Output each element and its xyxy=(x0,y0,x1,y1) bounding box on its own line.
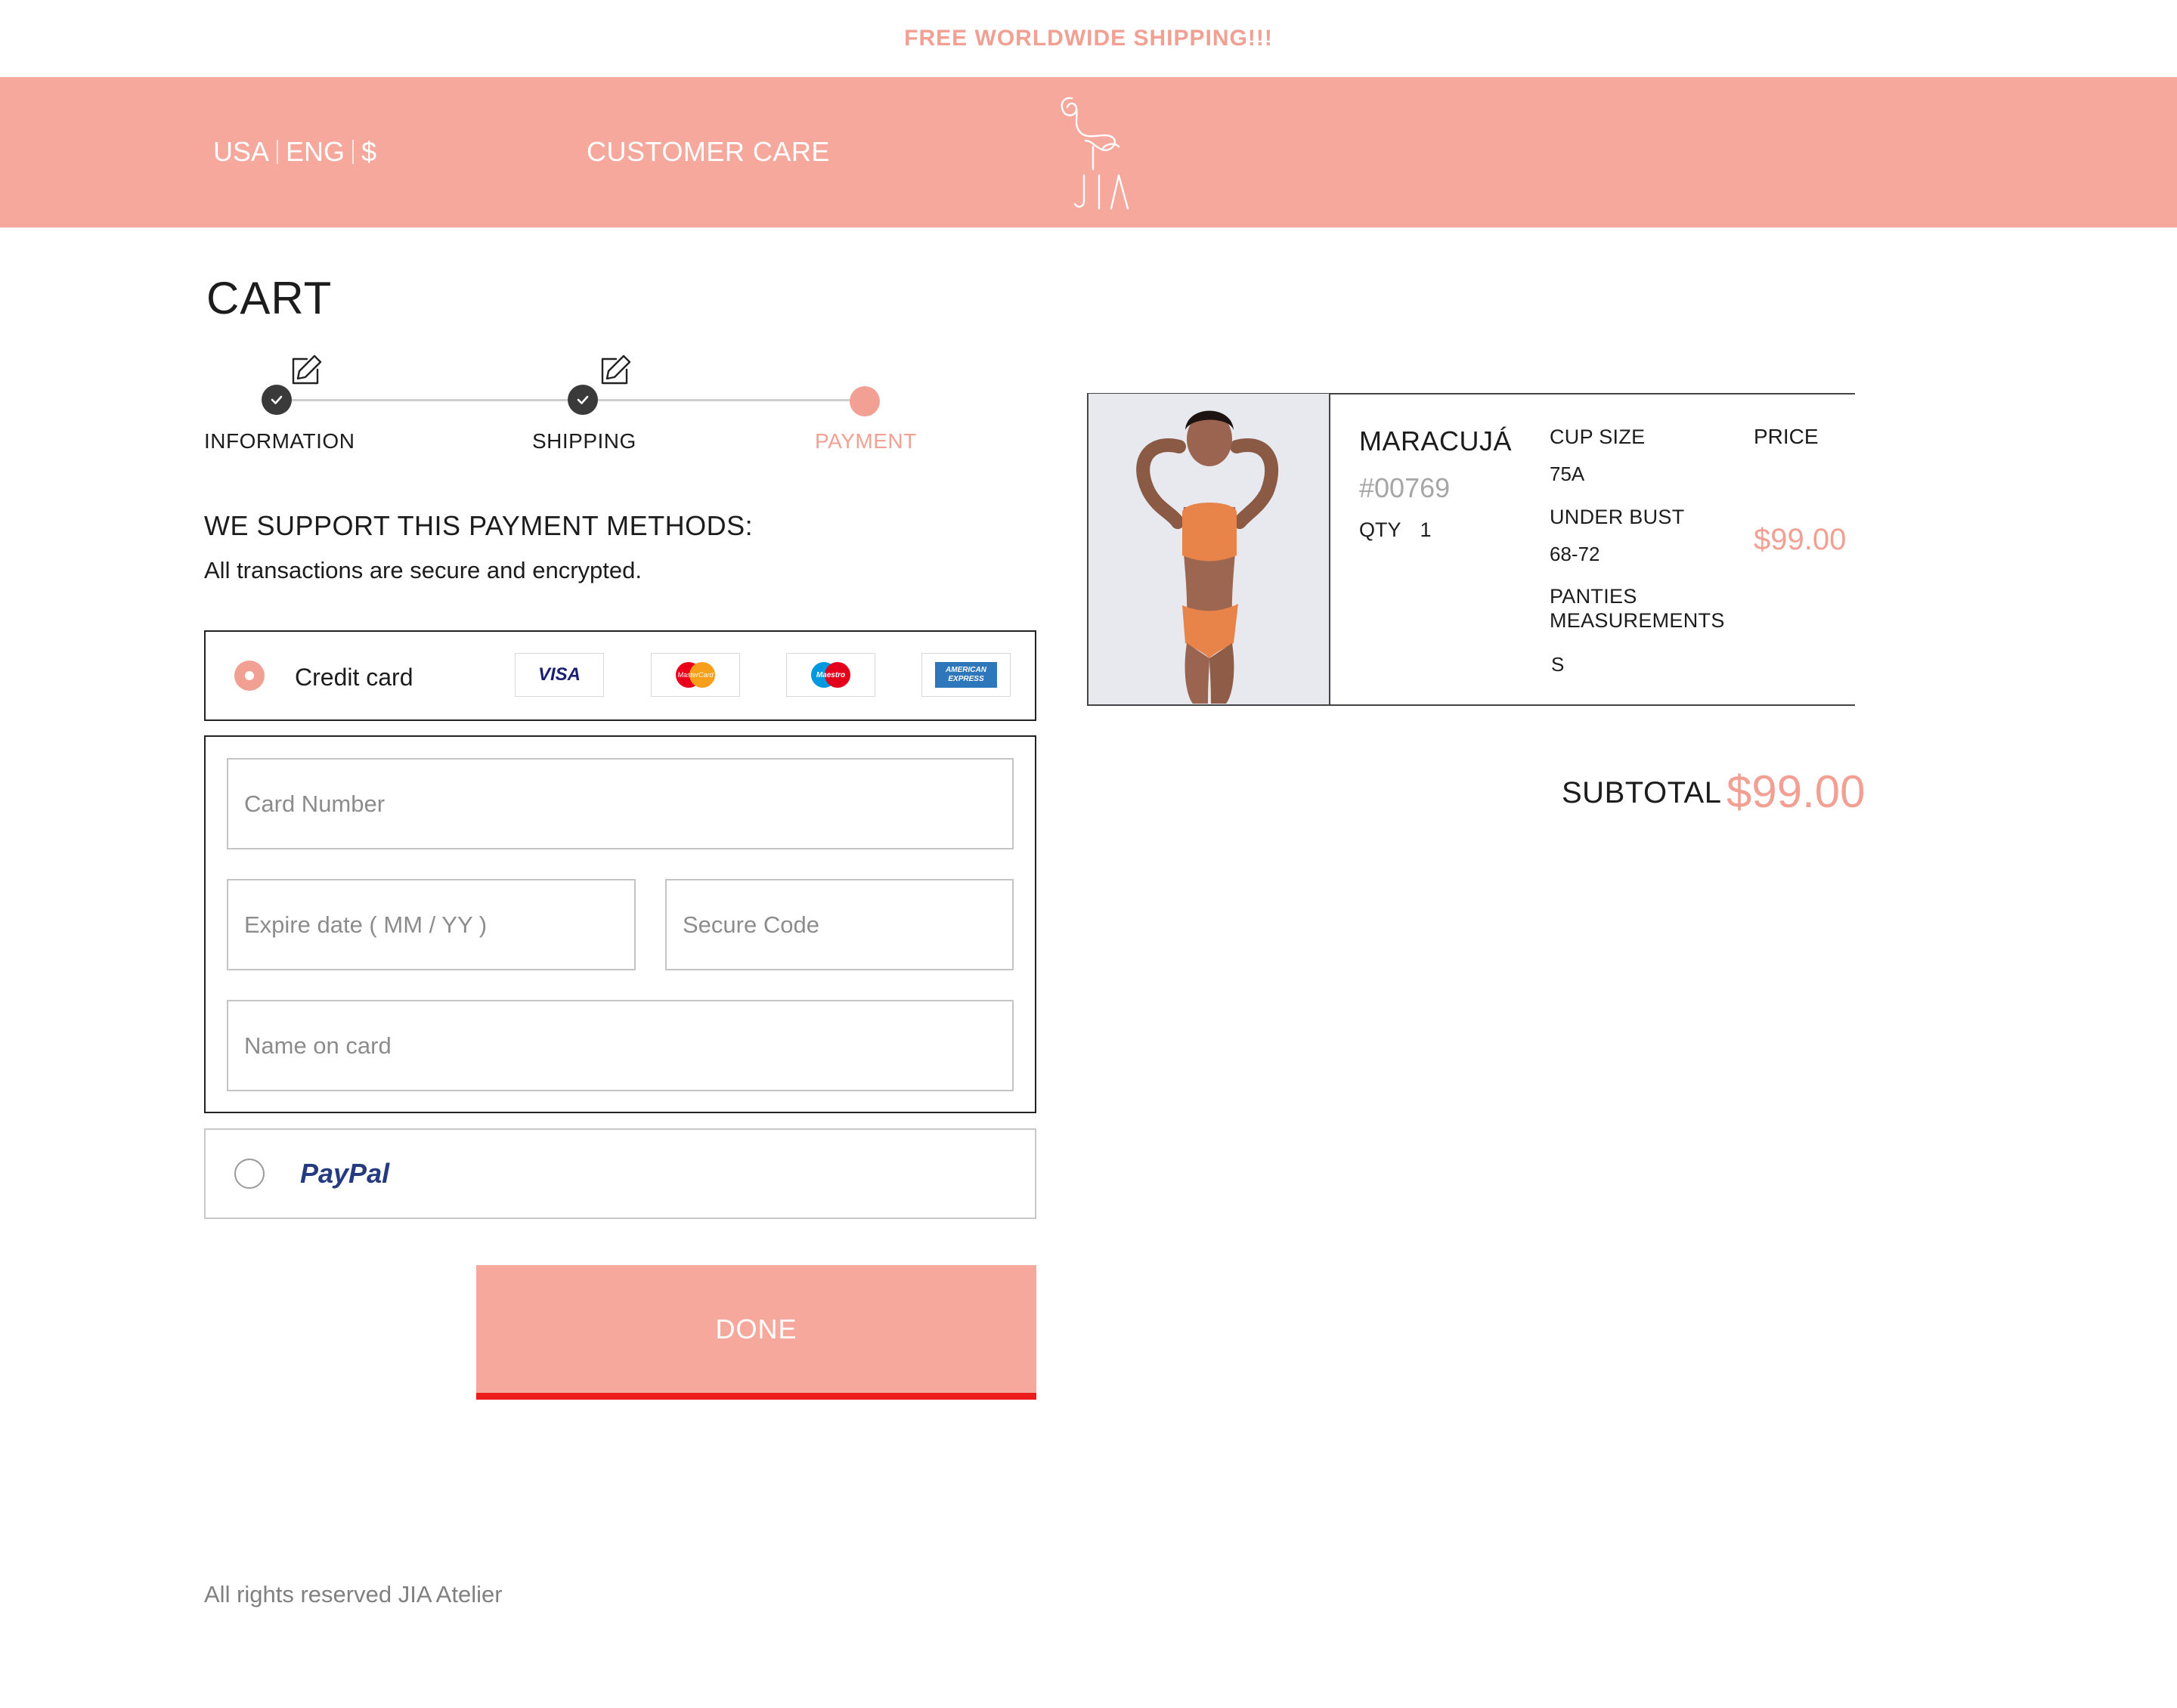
divider xyxy=(352,140,355,164)
customer-care-link[interactable]: CUSTOMER CARE xyxy=(587,136,830,168)
promo-banner: FREE WORLDWIDE SHIPPING!!! xyxy=(0,0,2177,77)
credit-card-label: Credit card xyxy=(295,664,413,691)
panties-value: S xyxy=(1551,653,1565,676)
price-value: $99.00 xyxy=(1754,523,1847,556)
secure-code-input[interactable] xyxy=(681,910,1012,939)
stepper-line xyxy=(583,399,865,401)
amex-logo-icon: AMERICAN EXPRESS xyxy=(921,653,1011,697)
svg-text:Maestro: Maestro xyxy=(816,671,845,679)
promo-text: FREE WORLDWIDE SHIPPING!!! xyxy=(904,26,1273,51)
footer-copyright: All rights reserved JIA Atelier xyxy=(204,1581,503,1607)
cup-size-value: 75A xyxy=(1550,463,1585,485)
cup-size-label: CUP SIZE xyxy=(1550,425,1646,448)
done-button[interactable]: DONE xyxy=(476,1265,1036,1400)
product-quantity: QTY 1 xyxy=(1359,518,1432,542)
country-link[interactable]: USA xyxy=(213,136,269,168)
paypal-radio[interactable] xyxy=(234,1159,265,1189)
maestro-logo-icon: Maestro xyxy=(786,653,875,697)
summary-bottom-border xyxy=(1087,704,1855,706)
card-number-input[interactable] xyxy=(243,789,1012,818)
payment-security-note: All transactions are secure and encrypte… xyxy=(204,557,642,583)
payment-methods-heading: WE SUPPORT THIS PAYMENT METHODS: xyxy=(204,510,754,541)
panties-label-line1: PANTIES xyxy=(1550,585,1637,608)
under-bust-label: UNDER BUST xyxy=(1550,506,1685,528)
secure-code-field[interactable] xyxy=(665,879,1014,970)
product-name[interactable]: MARACUJÁ xyxy=(1359,425,1512,457)
language-link[interactable]: ENG xyxy=(286,136,345,168)
step-shipping-label[interactable]: SHIPPING xyxy=(532,429,636,453)
currency-link[interactable]: $ xyxy=(361,136,376,168)
subtotal-label: SUBTOTAL xyxy=(1562,776,1722,809)
edit-information-icon[interactable] xyxy=(289,353,324,388)
price-label: PRICE xyxy=(1754,425,1819,448)
page-title: CART xyxy=(206,273,333,323)
under-bust-value: 68-72 xyxy=(1550,543,1600,565)
step-information-label[interactable]: INFORMATION xyxy=(204,429,355,453)
card-number-field[interactable] xyxy=(227,758,1014,849)
paypal-logo-icon: PayPal xyxy=(300,1158,390,1189)
subtotal-value: $99.00 xyxy=(1726,766,1866,817)
credit-card-radio[interactable] xyxy=(234,661,265,691)
product-sku: #00769 xyxy=(1359,472,1451,503)
qty-value: 1 xyxy=(1420,518,1432,541)
step-payment-dot xyxy=(850,386,880,416)
flamingo-logo-icon[interactable] xyxy=(1058,94,1141,215)
name-on-card-input[interactable] xyxy=(243,1031,1012,1060)
step-shipping-check-icon xyxy=(568,385,598,415)
mastercard-logo-icon: MasterCard xyxy=(651,653,740,697)
expire-date-input[interactable] xyxy=(243,910,634,939)
expire-date-field[interactable] xyxy=(227,879,636,970)
qty-label: QTY xyxy=(1359,518,1401,541)
visa-logo-icon: VISA xyxy=(515,653,604,697)
divider xyxy=(277,140,279,164)
panties-label: PANTIES MEASUREMENTS xyxy=(1550,584,1725,633)
step-information-check-icon xyxy=(262,385,292,415)
done-button-label: DONE xyxy=(715,1313,797,1344)
product-photo[interactable] xyxy=(1087,394,1330,705)
svg-text:MasterCard: MasterCard xyxy=(677,671,714,679)
step-payment-label: PAYMENT xyxy=(815,429,917,453)
locale-selector[interactable]: USA ENG $ xyxy=(213,136,376,168)
panties-label-line2: MEASUREMENTS xyxy=(1550,609,1725,632)
stepper-line xyxy=(277,399,581,401)
edit-shipping-icon[interactable] xyxy=(598,353,633,388)
name-on-card-field[interactable] xyxy=(227,1000,1014,1091)
